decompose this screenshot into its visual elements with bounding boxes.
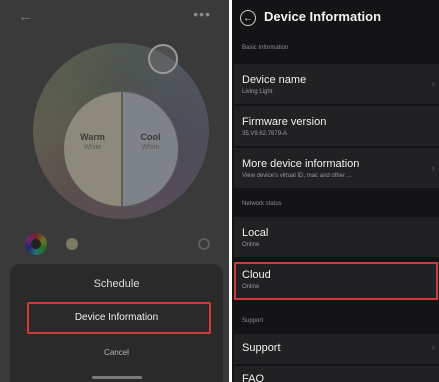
chevron-right-icon: › [431,163,435,174]
device-information-screen: ← Device Information Basic Information D… [232,0,439,382]
device-name-title: Device name [242,74,307,86]
device-name-value: Living Light [242,89,273,95]
local-title: Local [242,227,269,239]
cloud-highlight [234,262,438,300]
faq-row[interactable]: FAQ [234,366,439,382]
more-device-information-title: More device information [242,158,360,170]
device-information-option[interactable]: Device Information [10,312,223,323]
device-name-row[interactable]: Device name Living Light › [234,64,439,104]
warm-white-button[interactable]: Warm White [64,92,121,206]
firmware-version-row[interactable]: Firmware version 35.V9.62.7679-A [234,106,439,146]
warm-label: Warm [80,132,105,142]
home-indicator [91,376,142,379]
schedule-option[interactable]: Schedule [10,278,223,290]
header: ← Device Information [240,9,433,33]
chevron-right-icon: › [431,79,435,90]
local-status-row: Local Online [234,217,439,257]
scene-dot-icon[interactable] [66,238,78,250]
support-title: Support [242,342,281,354]
back-arrow-icon[interactable]: ← [18,8,33,25]
action-sheet: Schedule Device Information Cancel [10,264,223,382]
cool-white-button[interactable]: Cool White [121,92,178,206]
cancel-option[interactable]: Cancel [10,348,223,357]
faq-title: FAQ [242,373,265,382]
warm-sub-label: White [83,144,102,151]
light-control-screen: ← ••• Warm White Cool White Schedule Dev… [0,0,229,382]
more-device-information-sub: View device's virtual ID, mac and other … [242,173,352,179]
back-icon[interactable]: ← [240,10,256,26]
firmware-version-title: Firmware version [242,116,327,128]
firmware-version-value: 35.V9.62.7679-A [242,131,288,137]
white-temperature-selector: Warm White Cool White [63,91,179,207]
page-title: Device Information [264,9,382,24]
cool-label: Cool [140,132,161,142]
section-network-status: Network status [242,201,282,207]
section-support: Support [242,318,264,324]
section-basic-information: Basic Information [242,45,289,51]
top-bar: ← ••• [18,6,219,28]
chevron-right-icon: › [431,342,435,353]
cool-sub-label: White [141,144,160,151]
more-options-icon[interactable]: ••• [193,6,211,22]
more-device-information-row[interactable]: More device information View device's vi… [234,148,439,188]
timer-icon[interactable] [198,238,210,250]
support-row[interactable]: Support › [234,334,439,364]
color-picker-knob[interactable] [148,44,178,74]
local-status-value: Online [242,242,260,248]
color-mode-icon[interactable] [25,233,47,255]
